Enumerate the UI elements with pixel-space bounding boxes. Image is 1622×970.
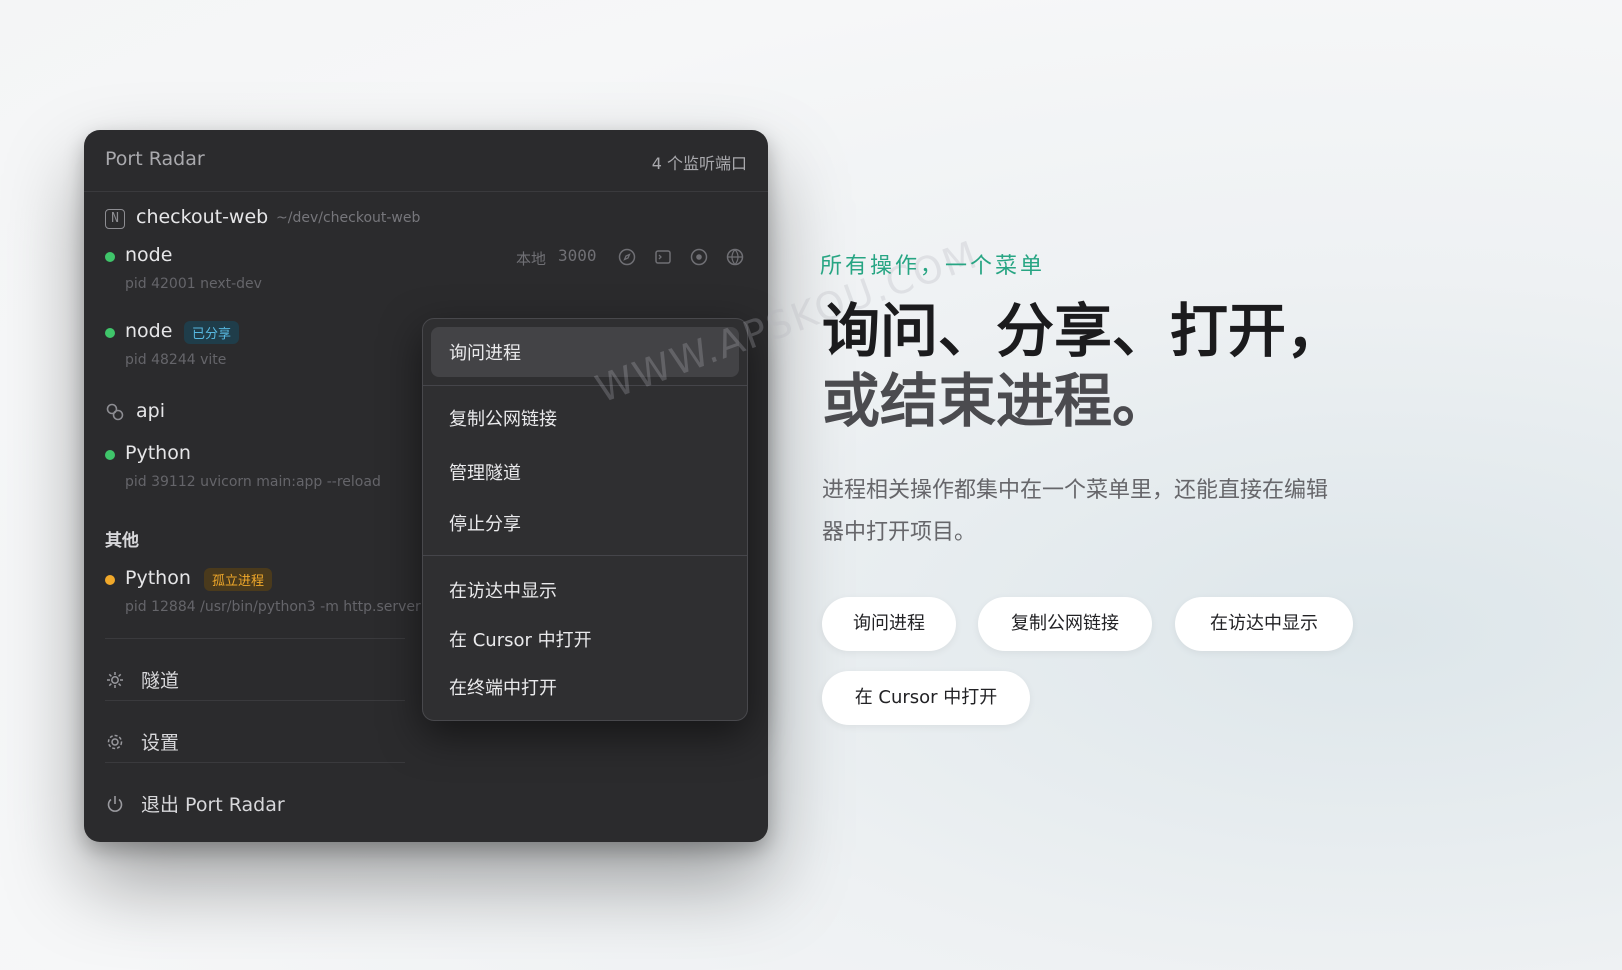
gear-icon	[107, 734, 123, 750]
shared-badge: 已分享	[184, 321, 240, 344]
globe-icon[interactable]	[726, 248, 744, 266]
menu-quit[interactable]: 退出 Port Radar	[141, 790, 285, 817]
headline-line1: 询问、分享、打开，	[822, 297, 1345, 365]
process-meta: pid 48244 vite	[125, 352, 227, 368]
pill-reveal-in-finder: 在访达中显示	[1175, 597, 1353, 651]
ctx-manage-tunnel[interactable]: 管理隧道	[449, 459, 521, 485]
menu-settings[interactable]: 设置	[141, 728, 179, 755]
process-meta: pid 39112 uvicorn main:app --reload	[125, 474, 381, 490]
port-count: 4 个监听端口	[651, 154, 747, 173]
status-dot-running	[105, 252, 115, 262]
tunnel-icon	[107, 672, 123, 688]
status-dot-running	[105, 450, 115, 460]
status-dot-orphan	[105, 575, 115, 585]
process-name[interactable]: node	[125, 320, 172, 342]
window-icon[interactable]	[654, 248, 672, 266]
section-label-other: 其他	[105, 531, 139, 551]
app-title: Port Radar	[105, 148, 205, 170]
ctx-copy-public-link[interactable]: 复制公网链接	[449, 405, 557, 431]
local-label: 本地	[516, 250, 547, 268]
titlebar: Port Radar 4 个监听端口	[84, 130, 768, 192]
project-icon: N	[105, 209, 125, 229]
port-number: 3000	[558, 246, 597, 265]
ctx-stop-sharing[interactable]: 停止分享	[449, 510, 521, 536]
project-name[interactable]: checkout-web	[136, 206, 268, 228]
ctx-open-in-cursor[interactable]: 在 Cursor 中打开	[449, 626, 592, 652]
context-menu: 询问进程 复制公网链接 管理隧道 停止分享 在访达中显示 在 Cursor 中打…	[422, 318, 748, 721]
menu-tunnels[interactable]: 隧道	[141, 666, 179, 693]
pill-inspect-process: 询问进程	[822, 597, 956, 651]
ctx-inspect-process[interactable]: 询问进程	[449, 339, 521, 365]
compass-icon[interactable]	[618, 248, 636, 266]
divider	[105, 638, 405, 639]
description: 进程相关操作都集中在一个菜单里，还能直接在编辑器中打开项目。	[822, 478, 1329, 545]
process-meta: pid 42001 next-dev	[125, 276, 262, 292]
ctx-separator	[423, 385, 747, 386]
process-name[interactable]: Python	[125, 567, 191, 589]
divider	[105, 700, 405, 701]
project-path: ~/dev/checkout-web	[276, 210, 421, 226]
target-icon[interactable]	[690, 248, 708, 266]
headline: 询问、分享、打开， 或结束进程。	[822, 296, 1344, 436]
headline-line2: 或结束进程。	[822, 367, 1171, 435]
ctx-reveal-in-finder[interactable]: 在访达中显示	[449, 577, 557, 603]
link-icon	[106, 403, 124, 421]
pill-copy-public-link: 复制公网链接	[978, 597, 1152, 651]
orphan-badge: 孤立进程	[204, 568, 273, 591]
power-icon	[107, 796, 123, 812]
process-meta: pid 12884 /usr/bin/python3 -m http.serve…	[125, 599, 421, 615]
pill-open-in-cursor: 在 Cursor 中打开	[822, 671, 1030, 725]
eyebrow: 所有操作，一个菜单	[820, 254, 1046, 279]
process-name[interactable]: node	[125, 244, 172, 266]
process-name[interactable]: Python	[125, 442, 191, 464]
status-dot-running	[105, 328, 115, 338]
ctx-separator	[423, 555, 747, 556]
divider	[105, 762, 405, 763]
group-name-api[interactable]: api	[136, 400, 165, 422]
ctx-open-in-terminal[interactable]: 在终端中打开	[449, 674, 557, 700]
